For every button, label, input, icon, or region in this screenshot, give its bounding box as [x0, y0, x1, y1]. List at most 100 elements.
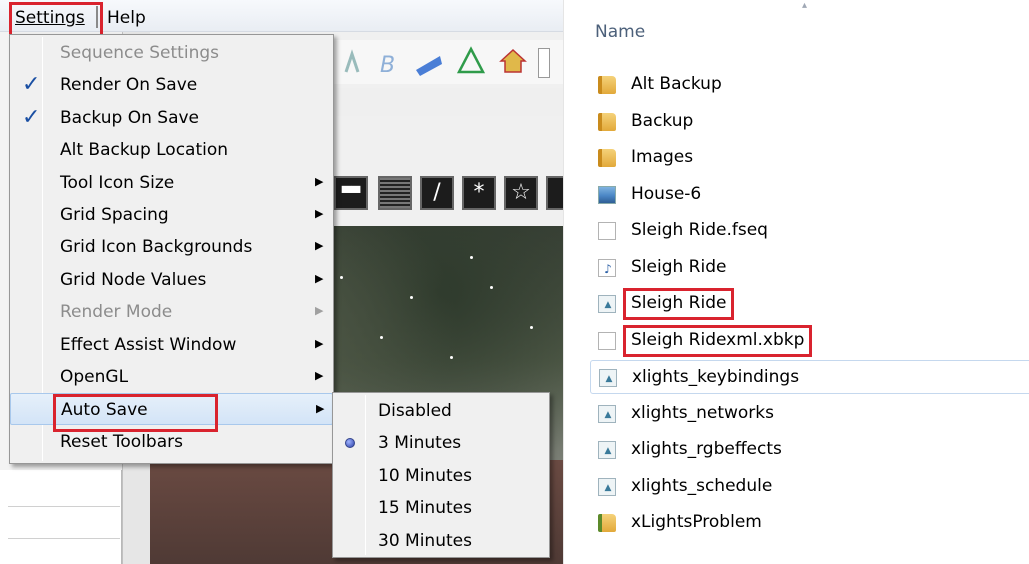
menu-item-label: Tool Icon Size — [60, 172, 175, 193]
xml-file-icon: ▲ — [599, 369, 617, 387]
file-row[interactable]: Images — [590, 141, 1029, 175]
file-row[interactable]: ▲ xlights_networks — [590, 397, 1029, 431]
submenu-arrow-icon: ▶ — [315, 271, 324, 285]
file-name: Alt Backup — [631, 74, 722, 94]
folder-icon — [598, 149, 616, 167]
file-row[interactable]: ▲ xlights_schedule — [590, 470, 1029, 504]
menu-bar: Settings Help — [0, 0, 563, 38]
help-menu[interactable]: Help — [107, 8, 146, 28]
asterisk-tool-icon[interactable]: * — [462, 176, 496, 210]
mp3-file-icon: ♪ — [598, 258, 616, 277]
file-name: Sleigh Ride.fseq — [631, 220, 768, 240]
file-row[interactable]: xLightsProblem — [590, 506, 1029, 540]
xml-file-icon: ▲ — [598, 441, 616, 459]
file-row[interactable]: Backup — [590, 105, 1029, 139]
side-panel — [0, 470, 122, 564]
toolbar-more-handle[interactable] — [538, 48, 550, 78]
settings-dropdown: Sequence Settings ✓ Render On Save ✓ Backup … — [9, 34, 334, 464]
submenu-item-label: 3 Minutes — [378, 433, 462, 454]
file-explorer: ▴ Name Alt Backup Backup Images House-6 Slei… — [563, 0, 1029, 564]
submenu-arrow-icon: ▶ — [315, 207, 324, 220]
bars-effect-icon[interactable]: B — [374, 48, 404, 78]
blank-file-icon — [598, 331, 616, 350]
menu-item-label: Render On Save — [60, 75, 198, 96]
menu-item[interactable]: Grid Node Values ▶ — [10, 264, 333, 296]
submenu-arrow-icon: ▶ — [316, 402, 325, 416]
menu-item: Render Mode ▶ — [10, 296, 333, 328]
submenu-item[interactable]: 30 Minutes — [333, 525, 549, 557]
submenu-item[interactable]: 15 Minutes — [333, 492, 549, 524]
color-wash-icon[interactable] — [414, 48, 444, 78]
submenu-item-label: 10 Minutes — [378, 465, 472, 486]
xml-file-icon: ▲ — [598, 295, 616, 313]
menu-item[interactable]: Grid Icon Backgrounds ▶ — [10, 231, 333, 263]
file-row[interactable]: ▲ xlights_rgbeffects — [590, 433, 1029, 467]
menu-item-label: Grid Icon Backgrounds — [60, 237, 253, 258]
menu-item[interactable]: ✓ Render On Save — [10, 69, 333, 101]
sort-arrow-icon[interactable]: ▴ — [802, 0, 807, 11]
submenu-arrow-icon: ▶ — [315, 239, 324, 253]
menu-item[interactable]: Tool Icon Size ▶ — [10, 167, 333, 199]
effect-tool-icon[interactable] — [338, 48, 368, 78]
file-highlight-box — [623, 324, 813, 357]
file-name: Sleigh Ride — [631, 256, 727, 277]
menu-item[interactable]: Effect Assist Window ▶ — [10, 329, 333, 361]
triangle-effect-icon[interactable] — [456, 46, 486, 76]
submenu-arrow-icon: ▶ — [315, 174, 324, 188]
grid-mesh-icon[interactable] — [378, 176, 412, 210]
menu-item[interactable]: Alt Backup Location — [10, 134, 333, 166]
file-row[interactable]: House-6 — [590, 178, 1029, 212]
submenu-item[interactable]: 10 Minutes — [333, 460, 549, 492]
submenu-item[interactable]: Disabled — [333, 395, 549, 427]
menu-item-label: Sequence Settings — [60, 43, 219, 63]
menu-item[interactable]: ✓ Backup On Save — [10, 102, 333, 134]
grid-block-icon[interactable]: ▀▀ — [334, 176, 368, 210]
menu-item[interactable]: OpenGL ▶ — [10, 361, 333, 393]
file-name: Backup — [631, 110, 694, 131]
file-row[interactable]: ♪ Sleigh Ride — [590, 251, 1029, 285]
submenu-arrow-icon: ▶ — [315, 336, 324, 350]
menu-item-label: OpenGL — [60, 367, 129, 387]
menu-item: Sequence Settings — [10, 37, 333, 69]
name-column-header[interactable]: Name — [595, 22, 645, 42]
menu-item-label: Alt Backup Location — [60, 140, 229, 161]
folder-icon — [598, 76, 616, 94]
settings-highlight-box — [9, 2, 103, 38]
zip-folder-icon — [598, 514, 616, 532]
blank-file-icon — [598, 222, 616, 240]
submenu-item[interactable]: 3 Minutes — [333, 427, 549, 459]
auto-save-highlight-box — [53, 394, 218, 432]
submenu-item-label: 15 Minutes — [378, 498, 472, 519]
svg-text:B: B — [380, 53, 395, 78]
image-file-icon — [598, 185, 616, 204]
grid-more-icon[interactable] — [546, 176, 563, 210]
menu-item[interactable]: Grid Spacing ▶ — [10, 199, 333, 231]
submenu-item-label: 30 Minutes — [378, 530, 472, 551]
folder-icon — [598, 112, 616, 131]
submenu-item-label: Disabled — [378, 401, 452, 421]
xml-file-icon: ▲ — [598, 477, 616, 496]
effects-mini-toolbar — [334, 88, 563, 198]
file-name: Images — [631, 147, 694, 167]
submenu-arrow-icon: ▶ — [315, 369, 324, 382]
line-tool-icon[interactable]: / — [420, 176, 454, 210]
file-row[interactable]: Alt Backup — [590, 68, 1029, 102]
file-row[interactable]: Sleigh Ride.fseq — [590, 214, 1029, 248]
menu-item-label: Render Mode — [60, 302, 173, 323]
radio-selected-icon — [345, 438, 355, 449]
house-effect-icon[interactable] — [498, 46, 528, 76]
file-name: xlights_networks — [631, 402, 774, 423]
file-name: xlights_rgbeffects — [631, 439, 782, 459]
effects-toolbar: B — [334, 40, 563, 84]
xml-file-icon: ▲ — [598, 404, 616, 423]
file-name: xLightsProblem — [631, 512, 762, 532]
help-menu-label: Help — [107, 8, 146, 28]
auto-save-submenu: Disabled 3 Minutes 10 Minutes 15 Minutes 30 … — [332, 392, 550, 558]
menu-item-label: Reset Toolbars — [60, 431, 183, 452]
star-tool-icon[interactable]: ☆ — [504, 176, 538, 210]
file-highlight-box — [623, 288, 735, 320]
file-row[interactable]: ▲ xlights_keybindings — [590, 360, 1029, 394]
app-window: B ▀▀ / * ☆ Settings Help Sequence Settin… — [0, 0, 563, 564]
menu-item-label: Effect Assist Window — [60, 334, 237, 355]
checkmark-icon: ✓ — [22, 72, 41, 98]
